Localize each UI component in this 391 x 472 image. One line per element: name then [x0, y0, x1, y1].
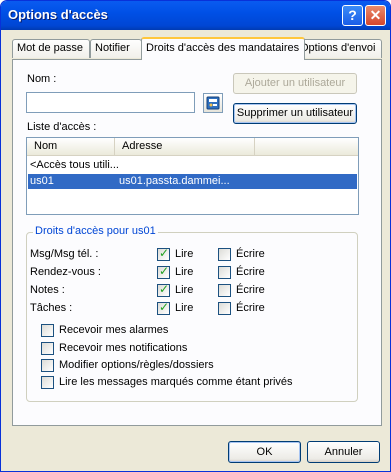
row-address: us01.passta.dammei...	[119, 175, 230, 187]
ok-button[interactable]: OK	[228, 441, 301, 463]
title-bar[interactable]: Options d'accès ? ✕	[1, 1, 390, 30]
tasks-read-checkbox[interactable]	[157, 300, 170, 315]
read-private-label: Lire les messages marqués comme étant pr…	[59, 376, 293, 388]
help-button[interactable]: ?	[342, 5, 363, 26]
write-label: Écrire	[236, 248, 265, 260]
tab-password[interactable]: Mot de passe	[12, 39, 90, 58]
rights-label-notes: Notes :	[30, 284, 65, 296]
read-private-checkbox[interactable]	[41, 376, 54, 389]
notes-write-checkbox[interactable]	[218, 284, 231, 297]
remove-user-button[interactable]: Supprimer un utilisateur	[233, 103, 357, 124]
cancel-button[interactable]: Annuler	[307, 441, 380, 463]
name-input[interactable]	[26, 92, 195, 113]
rights-label-appointments: Rendez-vous :	[30, 266, 101, 278]
tab-notify[interactable]: Notifier	[90, 39, 142, 58]
modify-options-checkbox[interactable]	[41, 359, 54, 372]
receive-notifications-checkbox[interactable]	[41, 342, 54, 355]
read-label: Lire	[175, 248, 194, 260]
read-label: Lire	[175, 266, 194, 278]
mail-write-checkbox[interactable]	[218, 248, 231, 261]
tab-proxy-access-rights[interactable]: Droits d'accès des mandataires	[141, 37, 305, 60]
column-header-address[interactable]: Adresse	[115, 138, 255, 155]
tab-send-options[interactable]: Options d'envoi	[295, 39, 382, 58]
write-label: Écrire	[236, 266, 265, 278]
window-title: Options d'accès	[8, 7, 108, 22]
receive-alarms-label: Recevoir mes alarmes	[59, 324, 169, 336]
column-header-name[interactable]: Nom	[27, 138, 115, 155]
rights-label-mail: Msg/Msg tél. :	[30, 248, 99, 260]
add-user-button[interactable]: Ajouter un utilisateur	[233, 73, 357, 94]
access-list-label: Liste d'accès :	[27, 121, 97, 133]
access-options-dialog: Options d'accès ? ✕ Mot de passe Notifie…	[0, 0, 391, 472]
write-label: Écrire	[236, 302, 265, 314]
access-list-row-selected[interactable]: us01 us01.passta.dammei...	[28, 174, 357, 189]
row-name: <Accès tous utili...	[30, 159, 119, 171]
receive-notifications-label: Recevoir mes notifications	[59, 342, 188, 354]
rights-label-tasks: Tâches :	[30, 302, 73, 314]
access-rights-title: Droits d'accès pour us01	[33, 225, 158, 237]
access-list[interactable]: Nom Adresse <Accès tous utili... us01 us…	[26, 137, 359, 215]
receive-alarms-checkbox[interactable]	[41, 324, 54, 337]
name-label: Nom :	[27, 73, 57, 85]
address-book-icon	[206, 96, 220, 110]
write-label: Écrire	[236, 284, 265, 296]
access-list-header: Nom Adresse	[27, 138, 358, 156]
row-name: us01	[30, 175, 54, 187]
appointments-read-checkbox[interactable]	[157, 264, 170, 279]
tasks-write-checkbox[interactable]	[218, 302, 231, 315]
access-list-row[interactable]: <Accès tous utili...	[28, 158, 357, 173]
address-book-button[interactable]	[203, 93, 223, 113]
close-button[interactable]: ✕	[365, 5, 386, 26]
appointments-write-checkbox[interactable]	[218, 266, 231, 279]
tab-panel: Nom : Ajouter un utilisateur Supprimer u…	[12, 59, 382, 426]
mail-read-checkbox[interactable]	[157, 246, 170, 261]
read-label: Lire	[175, 302, 194, 314]
read-label: Lire	[175, 284, 194, 296]
modify-options-label: Modifier options/règles/dossiers	[59, 359, 214, 371]
notes-read-checkbox[interactable]	[157, 282, 170, 297]
